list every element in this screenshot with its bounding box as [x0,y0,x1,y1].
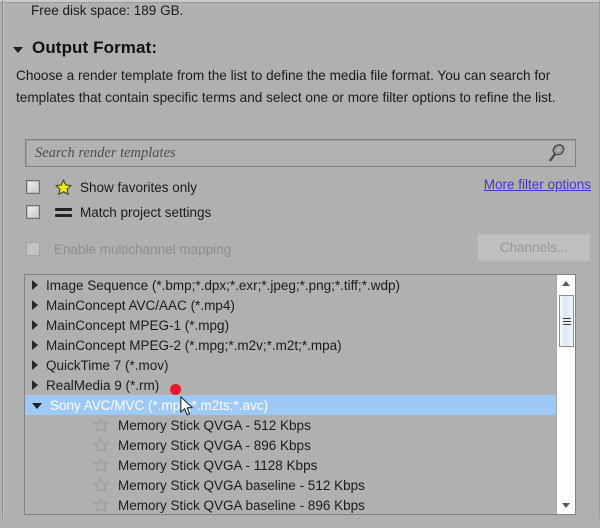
panel-bottom-strip [0,518,600,528]
template-list-item[interactable]: Memory Stick QVGA baseline - 896 Kbps [25,495,556,514]
render-template-list-body: Image Sequence (*.bmp;*.dpx;*.exr;*.jpeg… [25,275,556,514]
template-list-item[interactable]: Memory Stick QVGA - 512 Kbps [25,415,556,435]
template-list-item[interactable]: MainConcept MPEG-2 (*.mpg;*.m2v;*.m2t;*.… [25,335,556,355]
template-list-item[interactable]: Image Sequence (*.bmp;*.dpx;*.exr;*.jpeg… [25,275,556,295]
template-list-item[interactable]: RealMedia 9 (*.rm) [25,375,556,395]
template-list-item-label: Memory Stick QVGA - 1128 Kbps [118,457,318,473]
template-list-item-label: MainConcept MPEG-2 (*.mpg;*.m2v;*.m2t;*.… [46,337,342,353]
enable-multichannel-mapping-checkbox [26,242,40,256]
render-template-panel: Free disk space: 189 GB. Output Format: … [0,0,600,528]
channels-button: Channels... [478,234,590,261]
scroll-up-icon[interactable] [557,275,575,292]
template-list-item-label: Memory Stick QVGA baseline - 512 Kbps [118,477,365,493]
page-title: Output Format: [32,38,158,57]
favorite-star-outline-icon[interactable] [93,457,109,473]
chevron-right-icon[interactable] [32,300,38,310]
match-project-settings-checkbox[interactable] [26,205,40,219]
template-list-item[interactable]: MainConcept AVC/AAC (*.mp4) [25,295,556,315]
enable-multichannel-mapping-label: Enable multichannel mapping [54,241,232,257]
equals-icon [55,207,72,217]
template-list-item[interactable]: Sony AVC/MVC (*.mp4;*.m2ts;*.avc) [25,395,556,415]
triangle-down-icon[interactable] [13,46,23,53]
template-list-item-label: MainConcept MPEG-1 (*.mpg) [46,317,230,333]
template-list-item-label: MainConcept AVC/AAC (*.mp4) [46,297,235,313]
render-template-list[interactable]: Image Sequence (*.bmp;*.dpx;*.exr;*.jpeg… [24,274,576,515]
scroll-down-icon[interactable] [557,497,575,514]
chevron-right-icon[interactable] [32,320,38,330]
more-filter-options-link[interactable]: More filter options [484,177,591,192]
chevron-right-icon[interactable] [32,360,38,370]
section-description: Choose a render template from the list t… [16,68,556,105]
filter-label: Match project settings [80,204,212,220]
favorite-star-outline-icon[interactable] [93,437,109,453]
chevron-right-icon[interactable] [32,380,38,390]
chevron-right-icon[interactable] [32,340,38,350]
favorite-star-outline-icon[interactable] [93,497,109,513]
template-list-item-label: Image Sequence (*.bmp;*.dpx;*.exr;*.jpeg… [46,277,400,293]
template-list-item-label: RealMedia 9 (*.rm) [46,377,160,393]
favorite-star-outline-icon[interactable] [93,477,109,493]
filter-match-project-settings[interactable]: Match project settings [26,203,211,221]
template-list-item[interactable]: MainConcept MPEG-1 (*.mpg) [25,315,556,335]
template-list-item-label: Memory Stick QVGA - 896 Kbps [118,437,311,453]
enable-multichannel-mapping-row: Enable multichannel mapping [26,240,231,258]
template-list-item-label: Sony AVC/MVC (*.mp4;*.m2ts;*.avc) [50,397,269,413]
favorite-star-outline-icon[interactable] [93,417,109,433]
template-list-item[interactable]: QuickTime 7 (*.mov) [25,355,556,375]
template-list-item-label: QuickTime 7 (*.mov) [46,357,169,373]
search-icon[interactable] [544,140,572,166]
search-input[interactable] [26,140,544,166]
template-list-item[interactable]: Memory Stick QVGA - 896 Kbps [25,435,556,455]
chevron-down-icon[interactable] [32,403,42,409]
scrollbar-thumb[interactable] [559,295,574,347]
template-list-item[interactable]: Memory Stick QVGA baseline - 512 Kbps [25,475,556,495]
template-list-scrollbar[interactable] [556,275,575,514]
chevron-right-icon[interactable] [32,280,38,290]
show-favorites-only-checkbox[interactable] [26,180,40,194]
search-render-templates-field[interactable] [25,139,576,167]
free-disk-space-label: Free disk space: 189 GB. [31,3,184,18]
template-list-item[interactable]: Memory Stick QVGA - 1128 Kbps [25,455,556,475]
filter-show-favorites-only[interactable]: Show favorites only [26,178,197,196]
window-left-border-highlight [3,0,4,528]
output-format-section-header[interactable]: Output Format: [13,38,157,58]
template-list-item-label: Memory Stick QVGA - 512 Kbps [118,417,311,433]
star-icon [55,179,72,196]
filter-label: Show favorites only [80,179,198,195]
template-list-item-label: Memory Stick QVGA baseline - 896 Kbps [118,497,365,513]
